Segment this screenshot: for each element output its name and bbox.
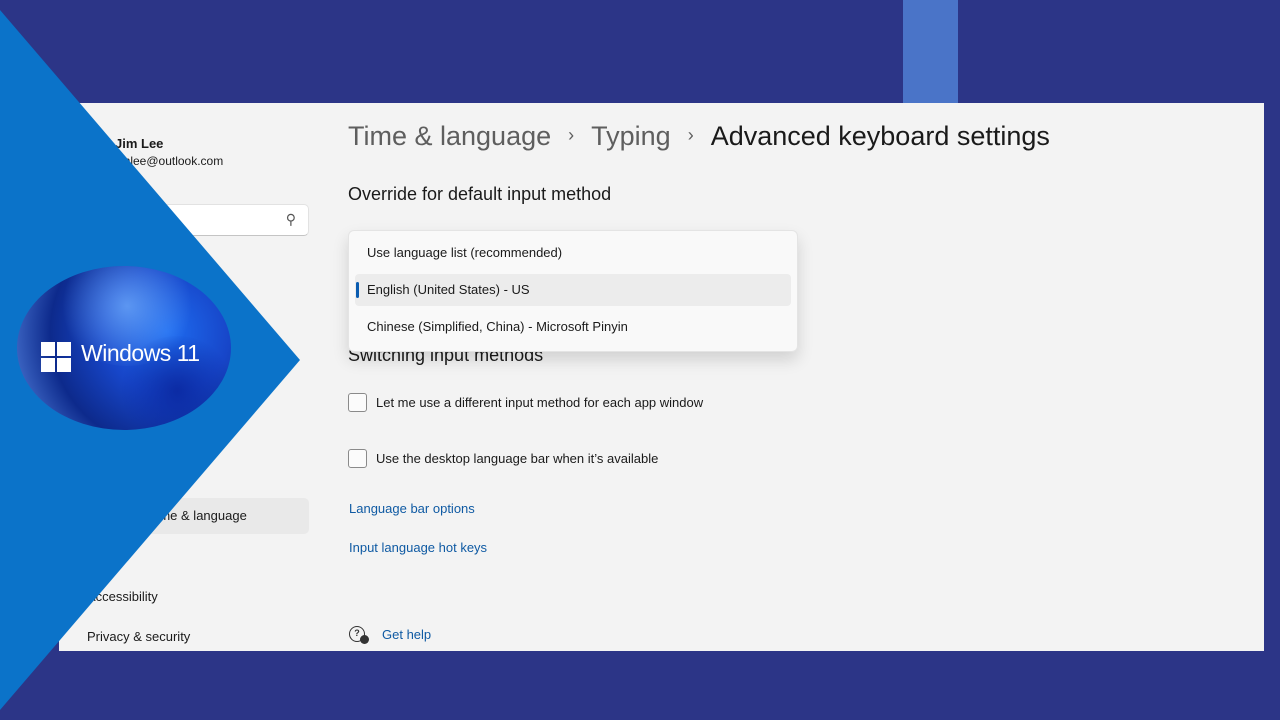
dropdown-option-chinese-pinyin[interactable]: Chinese (Simplified, China) - Microsoft …: [355, 311, 791, 343]
help-icon: ?: [349, 626, 369, 644]
page-title: Advanced keyboard settings: [710, 121, 1050, 151]
breadcrumb-time-language[interactable]: Time & language: [348, 121, 551, 151]
get-help-link[interactable]: Get help: [382, 627, 431, 642]
language-bar-options-link[interactable]: Language bar options: [349, 501, 475, 516]
input-method-dropdown[interactable]: Use language list (recommended) English …: [348, 230, 798, 352]
checkbox-label: Use the desktop language bar when it’s a…: [376, 450, 659, 466]
override-section-title: Override for default input method: [348, 184, 612, 204]
breadcrumb: Time & language › Typing › Advanced keyboard…: [348, 121, 1050, 152]
dropdown-option-label: English (United States) - US: [367, 282, 530, 297]
dropdown-option-language-list[interactable]: Use language list (recommended): [355, 237, 791, 269]
desktop-language-bar-checkbox-row[interactable]: Use the desktop language bar when it’s a…: [348, 447, 658, 469]
accent-bar: [903, 0, 958, 103]
input-language-hot-keys-link[interactable]: Input language hot keys: [349, 540, 487, 555]
windows-logo-icon: [41, 342, 72, 373]
chevron-right-icon: ›: [687, 125, 694, 145]
desktop-language-bar-checkbox[interactable]: [348, 448, 367, 468]
per-app-input-checkbox-row[interactable]: Let me use a different input method for …: [348, 391, 703, 413]
breadcrumb-typing[interactable]: Typing: [591, 121, 671, 151]
get-help[interactable]: ? Get help: [349, 626, 431, 644]
per-app-input-checkbox[interactable]: [348, 392, 367, 412]
selection-indicator: [356, 282, 359, 298]
windows-11-logo-badge: Windows 11: [17, 266, 231, 430]
checkbox-label: Let me use a different input method for …: [376, 394, 704, 410]
dropdown-option-english-us[interactable]: English (United States) - US: [355, 274, 791, 306]
windows-11-text: Windows 11: [81, 340, 200, 366]
chevron-right-icon: ›: [568, 125, 575, 145]
